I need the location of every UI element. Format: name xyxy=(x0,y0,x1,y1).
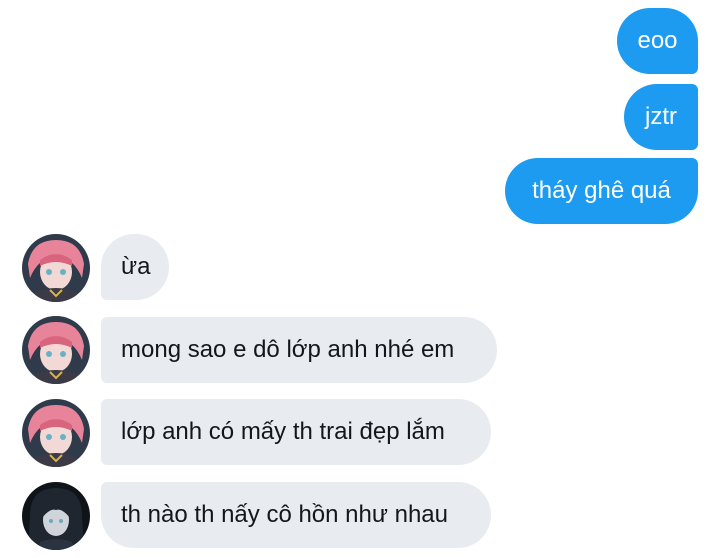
received-message-bubble[interactable]: mong sao e dô lớp anh nhé em xyxy=(101,317,497,383)
received-message-bubble[interactable]: th nào th nấy cô hồn như nhau xyxy=(101,482,491,548)
message-text: lớp anh có mấy th trai đẹp lắm xyxy=(121,418,445,445)
sent-message-bubble[interactable]: jztr xyxy=(624,84,698,150)
dark-hair-anime-avatar-icon[interactable] xyxy=(22,482,90,550)
message-text: th nào th nấy cô hồn như nhau xyxy=(121,501,448,528)
message-text: eoo xyxy=(637,27,678,54)
received-message-bubble[interactable]: ừa xyxy=(101,234,169,300)
sent-message-bubble[interactable]: tháy ghê quá xyxy=(505,158,698,224)
pink-hair-anime-avatar-icon[interactable] xyxy=(22,234,90,302)
pink-hair-anime-avatar-icon[interactable] xyxy=(22,316,90,384)
message-text: jztr xyxy=(645,103,677,130)
message-text: tháy ghê quá xyxy=(532,177,671,204)
message-text: mong sao e dô lớp anh nhé em xyxy=(121,336,455,363)
chat-thread: eoo jztr tháy ghê quá ừa mong sao e dô l… xyxy=(0,0,719,558)
pink-hair-anime-avatar-icon[interactable] xyxy=(22,399,90,467)
received-message-bubble[interactable]: lớp anh có mấy th trai đẹp lắm xyxy=(101,399,491,465)
sent-message-bubble[interactable]: eoo xyxy=(617,8,698,74)
message-text: ừa xyxy=(121,253,151,280)
